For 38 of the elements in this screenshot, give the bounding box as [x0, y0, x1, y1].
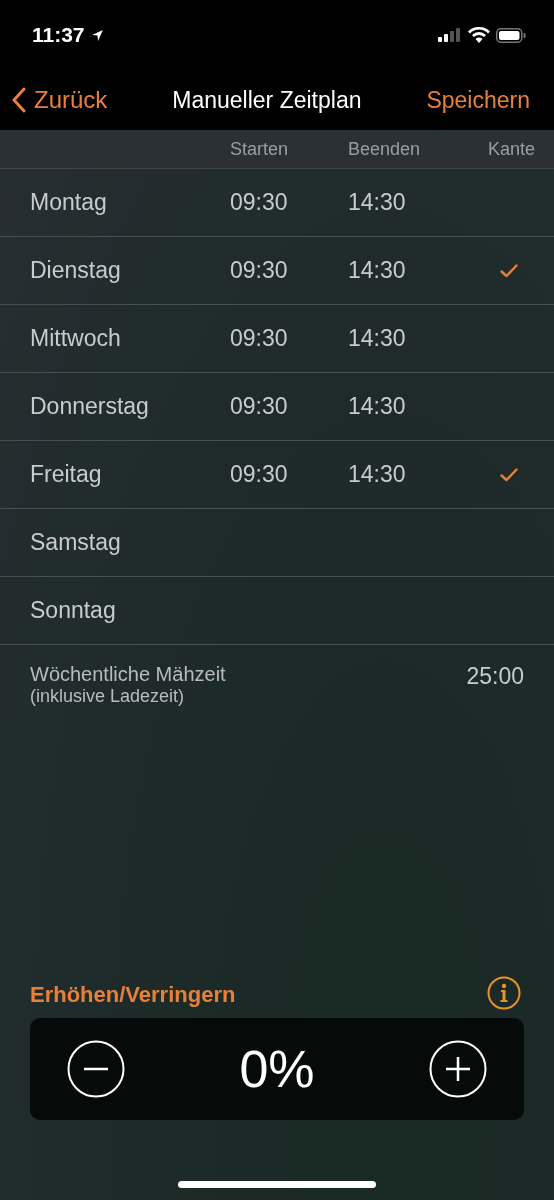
chevron-left-icon [12, 87, 26, 113]
start-time[interactable]: 09:30 [230, 257, 288, 283]
column-header: Starten [230, 138, 290, 160]
save-button[interactable]: Speichern [426, 86, 530, 114]
column-header: Kante [487, 138, 536, 160]
day-label[interactable]: Montag [30, 189, 230, 216]
start-time[interactable]: 09:30 [230, 325, 288, 351]
summary-note: (inklusive Ladezeit) [30, 686, 186, 707]
day-label[interactable]: Mittwoch [30, 325, 230, 352]
battery-icon [496, 27, 526, 43]
back-button[interactable]: Zurück [12, 86, 108, 114]
day-label[interactable]: Donnerstag [30, 393, 230, 420]
start-time[interactable]: 09:30 [230, 189, 288, 215]
day-label[interactable]: Sonntag [30, 597, 230, 624]
day-label[interactable]: Dienstag [30, 257, 230, 284]
plus-icon [429, 1040, 487, 1098]
increase-button[interactable] [429, 1040, 487, 1098]
section-title: Erhöhen/Verringern [30, 982, 236, 1009]
summary-label: Wöchentliche Mähzeit [30, 663, 226, 686]
status-time: 11:37 [32, 23, 85, 47]
start-time[interactable]: 09:30 [230, 393, 288, 419]
end-time[interactable]: 14:30 [348, 461, 406, 487]
screen-title: Manueller Zeitplan [172, 86, 362, 114]
summary-value: 25:00 [466, 663, 524, 691]
end-time[interactable]: 14:30 [348, 393, 406, 419]
signal-icon [438, 28, 462, 42]
day-label[interactable]: Freitag [30, 461, 230, 488]
location-arrow-icon [90, 28, 104, 42]
start-time[interactable]: 09:30 [230, 461, 288, 487]
end-time[interactable]: 14:30 [348, 189, 406, 215]
minus-icon [67, 1040, 125, 1098]
end-time[interactable]: 14:30 [348, 257, 406, 283]
wifi-icon [468, 27, 490, 43]
info-icon[interactable] [487, 976, 521, 1010]
decrease-button[interactable] [67, 1040, 125, 1098]
percent-value: 0% [239, 1039, 315, 1099]
day-label[interactable]: Samstag [30, 529, 230, 556]
end-time[interactable]: 14:30 [348, 325, 406, 351]
